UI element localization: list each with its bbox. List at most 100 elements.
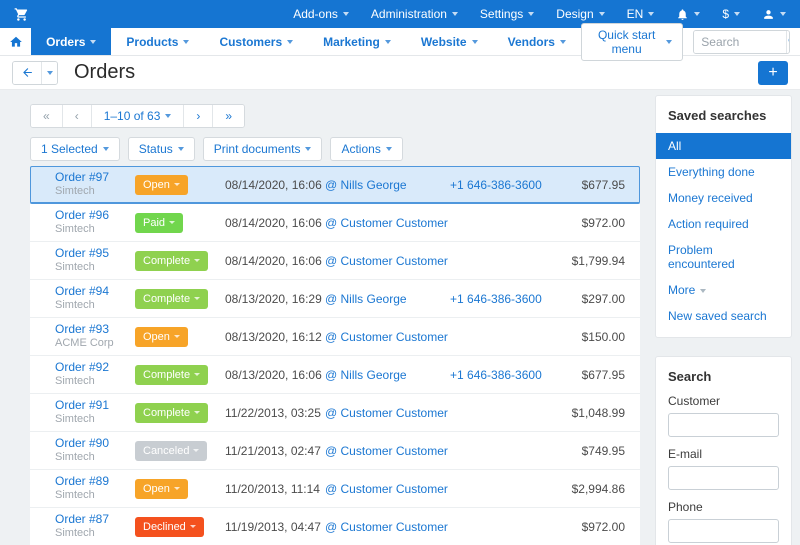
status-badge[interactable]: Complete [135, 403, 208, 423]
nav-tab-marketing-label: Marketing [323, 35, 380, 49]
order-link[interactable]: Order #96 [55, 208, 135, 223]
selected-dropdown[interactable]: 1 Selected [30, 137, 120, 161]
order-status-cell: Complete [135, 289, 225, 309]
table-row[interactable]: Order #95 Simtech Complete 08/14/2020, 1… [30, 242, 640, 280]
order-phone-cell: +1 646-386-3600 [450, 368, 560, 382]
orders-main: « ‹ 1–10 of 63 › » 1 Selected Status Pri… [30, 104, 640, 545]
back-history-dropdown[interactable] [41, 62, 57, 84]
saved-search-problem-encountered[interactable]: Problem encountered [656, 237, 791, 277]
topbar-currency-menu[interactable]: $ [722, 7, 740, 21]
customer-link[interactable]: @ Customer Customer [325, 330, 448, 344]
back-button[interactable] [13, 62, 41, 84]
saved-search-action-required[interactable]: Action required [656, 211, 791, 237]
storefront-cart-icon[interactable] [14, 7, 29, 22]
order-total: $677.95 [560, 368, 640, 382]
status-badge[interactable]: Canceled [135, 441, 207, 461]
saved-search-money-received[interactable]: Money received [656, 185, 791, 211]
status-badge-label: Paid [143, 217, 165, 229]
topbar-menu-settings[interactable]: Settings [480, 7, 534, 21]
customer-link[interactable]: @ Nills George [325, 292, 407, 306]
status-badge[interactable]: Complete [135, 251, 208, 271]
status-dropdown[interactable]: Status [128, 137, 195, 161]
table-row[interactable]: Order #94 Simtech Complete 08/13/2020, 1… [30, 280, 640, 318]
chevron-down-icon [305, 147, 311, 151]
table-row[interactable]: Order #87 Simtech Declined 11/19/2013, 0… [30, 508, 640, 545]
customer-link[interactable]: @ Customer Customer [325, 482, 448, 496]
home-button[interactable] [0, 28, 31, 55]
table-row[interactable]: Order #91 Simtech Complete 11/22/2013, 0… [30, 394, 640, 432]
status-badge[interactable]: Paid [135, 213, 183, 233]
status-badge[interactable]: Complete [135, 289, 208, 309]
order-status-cell: Open [135, 175, 225, 195]
home-icon [9, 35, 23, 49]
email-field[interactable] [668, 466, 779, 490]
customer-link[interactable]: @ Nills George [325, 178, 407, 192]
pagination-range-dropdown[interactable]: 1–10 of 63 [92, 105, 185, 127]
topbar-menu-administration[interactable]: Administration [371, 7, 458, 21]
pagination-last-button[interactable]: » [213, 105, 244, 127]
quick-start-menu-button[interactable]: Quick start menu [581, 23, 683, 61]
pagination-next-button[interactable]: › [184, 105, 213, 127]
actions-dropdown[interactable]: Actions [330, 137, 402, 161]
pagination-prev-button[interactable]: ‹ [63, 105, 92, 127]
add-order-button[interactable]: + [758, 61, 788, 85]
nav-tab-marketing[interactable]: Marketing [308, 28, 406, 55]
phone-link[interactable]: +1 646-386-3600 [450, 368, 542, 382]
table-row[interactable]: Order #93 ACME Corp Open 08/13/2020, 16:… [30, 318, 640, 356]
order-link[interactable]: Order #90 [55, 436, 135, 451]
chevron-down-icon [165, 114, 171, 118]
topbar-account-menu[interactable] [762, 8, 786, 21]
status-badge[interactable]: Declined [135, 517, 204, 537]
customer-field[interactable] [668, 413, 779, 437]
saved-search-more[interactable]: More [656, 277, 791, 303]
status-badge[interactable]: Open [135, 479, 188, 499]
nav-tab-orders[interactable]: Orders [31, 28, 111, 55]
customer-link[interactable]: @ Customer Customer [325, 406, 448, 420]
customer-link[interactable]: @ Customer Customer [325, 444, 448, 458]
nav-tab-vendors[interactable]: Vendors [493, 28, 581, 55]
saved-search-everything-done[interactable]: Everything done [656, 159, 791, 185]
topbar-menu-addons[interactable]: Add-ons [293, 7, 349, 21]
table-row[interactable]: Order #96 Simtech Paid 08/14/2020, 16:06… [30, 204, 640, 242]
table-row[interactable]: Order #97 Simtech Open 08/14/2020, 16:06… [30, 166, 640, 204]
search-submit-button[interactable] [786, 31, 790, 53]
order-link[interactable]: Order #91 [55, 398, 135, 413]
customer-link[interactable]: @ Customer Customer [325, 520, 448, 534]
order-link[interactable]: Order #94 [55, 284, 135, 299]
order-phone-cell: +1 646-386-3600 [450, 178, 560, 192]
order-link[interactable]: Order #93 [55, 322, 135, 337]
nav-tab-website[interactable]: Website [406, 28, 493, 55]
chevron-down-icon [103, 147, 109, 151]
status-badge[interactable]: Complete [135, 365, 208, 385]
order-link[interactable]: Order #97 [55, 170, 135, 185]
customer-link[interactable]: @ Nills George [325, 368, 407, 382]
status-badge[interactable]: Open [135, 175, 188, 195]
customer-link[interactable]: @ Customer Customer [325, 254, 448, 268]
status-badge-label: Declined [143, 521, 186, 533]
saved-search-new-saved-search[interactable]: New saved search [656, 303, 791, 329]
saved-search-all[interactable]: All [656, 133, 791, 159]
status-badge[interactable]: Open [135, 327, 188, 347]
phone-link[interactable]: +1 646-386-3600 [450, 292, 542, 306]
print-documents-dropdown[interactable]: Print documents [203, 137, 323, 161]
search-input[interactable] [694, 31, 786, 53]
table-row[interactable]: Order #90 Simtech Canceled 11/21/2013, 0… [30, 432, 640, 470]
order-link[interactable]: Order #95 [55, 246, 135, 261]
topbar-menu-language[interactable]: EN [627, 7, 655, 21]
order-company: Simtech [55, 413, 135, 427]
order-link[interactable]: Order #87 [55, 512, 135, 527]
topbar-notifications-menu[interactable] [676, 8, 700, 21]
nav-tab-customers-label: Customers [219, 35, 282, 49]
topbar-menu-design[interactable]: Design [556, 7, 604, 21]
pagination-first-button[interactable]: « [31, 105, 63, 127]
phone-link[interactable]: +1 646-386-3600 [450, 178, 542, 192]
order-link[interactable]: Order #92 [55, 360, 135, 375]
order-link[interactable]: Order #89 [55, 474, 135, 489]
order-company: Simtech [55, 451, 135, 465]
customer-link[interactable]: @ Customer Customer [325, 216, 448, 230]
nav-tab-customers[interactable]: Customers [204, 28, 308, 55]
table-row[interactable]: Order #89 Simtech Open 11/20/2013, 11:14… [30, 470, 640, 508]
table-row[interactable]: Order #92 Simtech Complete 08/13/2020, 1… [30, 356, 640, 394]
nav-tab-products[interactable]: Products [111, 28, 204, 55]
phone-field[interactable] [668, 519, 779, 543]
